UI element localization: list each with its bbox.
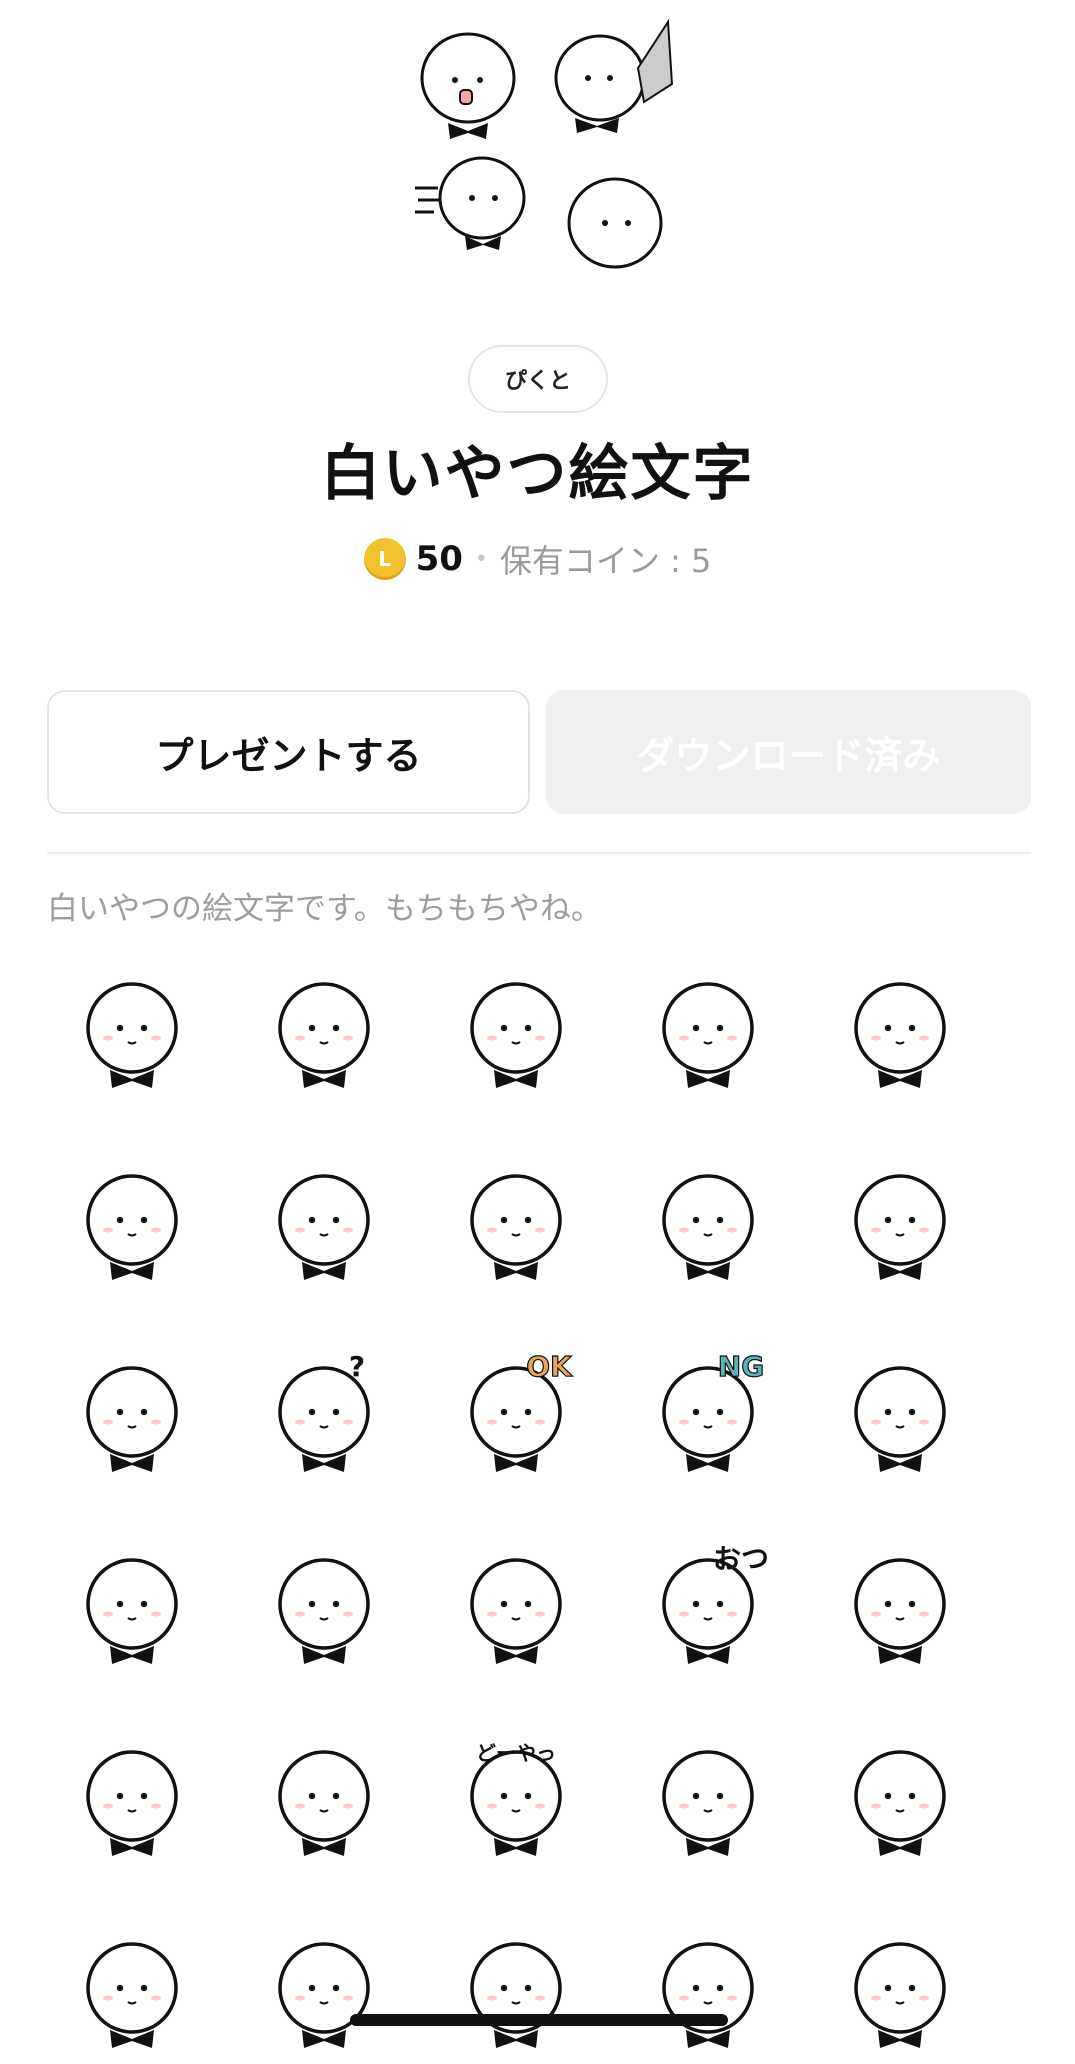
downloaded-button-label: ダウンロード済み xyxy=(636,733,941,778)
price-separator: • xyxy=(474,546,488,572)
face-happy-sparkle-icon[interactable] xyxy=(454,970,584,1100)
face-dizzy-icon[interactable] xyxy=(646,1738,776,1868)
face-running-icon[interactable] xyxy=(838,1546,968,1676)
line-coin-icon: L xyxy=(363,538,406,580)
face-car-icon[interactable] xyxy=(646,1930,776,2060)
author-name: ぴくと xyxy=(504,369,571,394)
face-knife-icon[interactable] xyxy=(262,1738,392,1868)
present-button-label: プレゼントする xyxy=(155,733,422,778)
face-sleepy-icon[interactable] xyxy=(70,1354,200,1484)
face-singing-icon[interactable] xyxy=(70,1162,200,1292)
face-sad-icon[interactable] xyxy=(838,1930,968,2060)
svg-text:NG: NG xyxy=(718,1354,764,1383)
author-pill[interactable]: ぴくと xyxy=(468,345,608,413)
face-heart-eyes-icon[interactable] xyxy=(646,1162,776,1292)
face-cat-ride-icon[interactable] xyxy=(262,1930,392,2060)
face-peeking-icon[interactable] xyxy=(838,1354,968,1484)
price-row: L 50 • 保有コイン : 5 xyxy=(0,533,1075,585)
face-angry-icon[interactable] xyxy=(838,1738,968,1868)
face-wink-icon[interactable] xyxy=(262,970,392,1100)
face-mochi-icon[interactable] xyxy=(454,1546,584,1676)
face-tongue-icon[interactable] xyxy=(70,1738,200,1868)
svg-text:OK: OK xyxy=(526,1354,573,1383)
face-sweat-icon[interactable] xyxy=(646,970,776,1100)
face-doya-icon[interactable]: どーやっ xyxy=(454,1738,584,1868)
face-sunglasses-icon[interactable] xyxy=(262,1546,392,1676)
face-grumpy-icon[interactable] xyxy=(838,970,968,1100)
face-otsu-icon[interactable]: おつ xyxy=(646,1542,776,1676)
divider xyxy=(47,852,1031,854)
svg-text:?: ? xyxy=(349,1354,365,1383)
svg-text:どーやっ: どーやっ xyxy=(476,1741,556,1765)
face-question-icon[interactable]: ? xyxy=(262,1350,392,1484)
face-raised-hand-icon[interactable] xyxy=(838,1162,968,1292)
face-thumbs-up-icon[interactable] xyxy=(70,1546,200,1676)
sticker-title: 白いやつ絵文字 xyxy=(320,439,755,509)
present-button[interactable]: プレゼントする xyxy=(47,690,530,814)
sticker-preview-image xyxy=(410,18,674,280)
downloaded-button: ダウンロード済み xyxy=(546,690,1031,814)
face-neutral-icon[interactable] xyxy=(70,970,200,1100)
face-thinking-icon[interactable] xyxy=(262,1162,392,1292)
sticker-description: 白いやつの絵文字です。もちもちやね。 xyxy=(47,891,602,927)
face-surprised-icon[interactable] xyxy=(454,1162,584,1292)
face-cat-hug-icon[interactable] xyxy=(454,1930,584,2060)
emoji-grid: ? OK NG おつどーやっ xyxy=(70,970,1030,2048)
face-lying-icon[interactable] xyxy=(70,1930,200,2060)
face-ok-icon[interactable]: OK xyxy=(454,1349,584,1484)
svg-text:おつ: おつ xyxy=(713,1546,769,1575)
owned-coins: 保有コイン : 5 xyxy=(499,542,712,580)
home-indicator xyxy=(350,2014,728,2026)
face-ng-icon[interactable]: NG xyxy=(646,1349,776,1484)
price-value: 50 xyxy=(415,539,463,579)
